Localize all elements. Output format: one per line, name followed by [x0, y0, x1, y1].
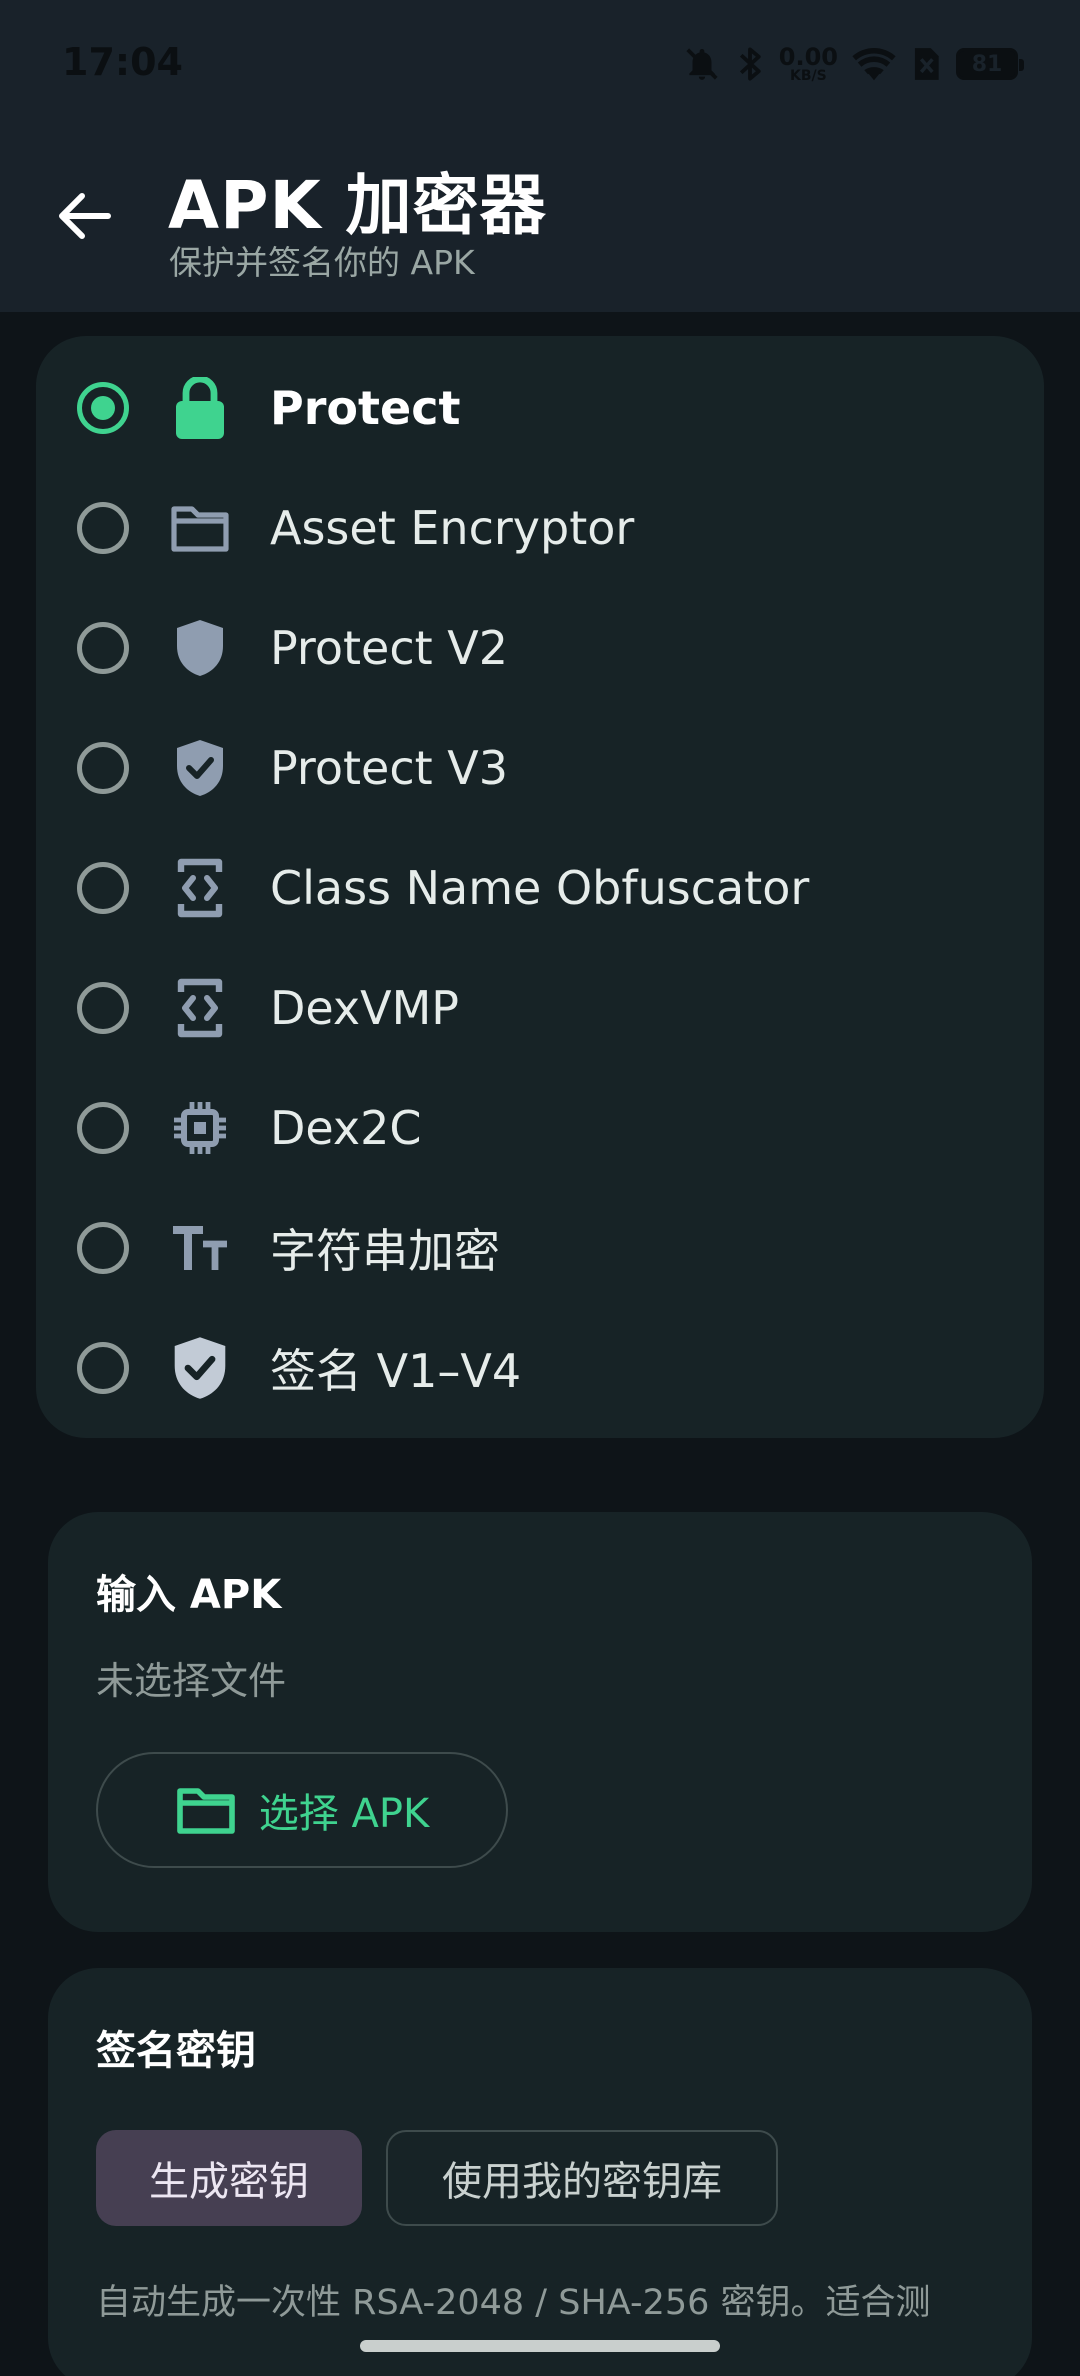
- input-apk-card: 输入 APK 未选择文件 选择 APK: [48, 1512, 1032, 1932]
- shield-check-icon: [170, 1337, 230, 1399]
- mode-option-dex2c[interactable]: Dex2C: [36, 1078, 1044, 1178]
- status-time: 17:04: [62, 40, 183, 84]
- code-phone-icon: [170, 858, 230, 918]
- choose-apk-label: 选择 APK: [258, 1791, 430, 1837]
- generate-key-button[interactable]: 生成密钥: [96, 2130, 362, 2226]
- mode-label: Class Name Obfuscator: [270, 861, 810, 915]
- mode-option-asset-encryptor[interactable]: Asset Encryptor: [36, 478, 1044, 578]
- back-button[interactable]: [46, 178, 122, 254]
- network-speed: 0.00 KB/S: [778, 43, 838, 84]
- radio-unselected[interactable]: [77, 1222, 129, 1274]
- sim-off-icon: [910, 45, 942, 83]
- mode-label: Dex2C: [270, 1101, 422, 1155]
- input-apk-title: 输入 APK: [96, 1572, 282, 1618]
- mode-label: 签名 V1–V4: [270, 1344, 522, 1398]
- radio-unselected[interactable]: [77, 502, 129, 554]
- signing-description: 自动生成一次性 RSA-2048 / SHA-256 密钥。适合测: [96, 2283, 931, 2323]
- radio-unselected[interactable]: [77, 862, 129, 914]
- mode-label: 字符串加密: [270, 1224, 500, 1278]
- mode-label: Protect V3: [270, 741, 508, 795]
- mode-label: Protect: [270, 381, 461, 435]
- bluetooth-icon: [735, 45, 765, 83]
- mode-option-string-encryption[interactable]: 字符串加密: [36, 1198, 1044, 1298]
- signing-key-card: 签名密钥 生成密钥 使用我的密钥库 自动生成一次性 RSA-2048 / SHA…: [48, 1968, 1032, 2376]
- shield-icon: [170, 618, 230, 678]
- protection-mode-list: Protect Asset Encryptor Protect V2 Prote…: [36, 336, 1044, 1438]
- folder-icon: [176, 1788, 235, 1834]
- mode-label: Protect V2: [270, 621, 508, 675]
- text-size-icon: [170, 1218, 230, 1278]
- arrow-left-icon: [59, 193, 111, 239]
- wifi-icon: [852, 46, 896, 82]
- code-phone-icon: [170, 978, 230, 1038]
- radio-unselected[interactable]: [77, 742, 129, 794]
- gesture-navigation-bar[interactable]: [360, 2340, 720, 2352]
- shield-check-icon: [170, 738, 230, 798]
- file-status: 未选择文件: [96, 1659, 287, 1703]
- mode-option-class-name-obfuscator[interactable]: Class Name Obfuscator: [36, 838, 1044, 938]
- radio-unselected[interactable]: [77, 982, 129, 1034]
- radio-selected[interactable]: [77, 382, 129, 434]
- app-bar: 17:04 0.00 KB/S 81 APK 加密器 保护并签名你的 APK: [0, 0, 1080, 312]
- notifications-off-icon: [683, 45, 721, 83]
- signing-key-title: 签名密钥: [96, 2028, 256, 2074]
- radio-unselected[interactable]: [77, 1102, 129, 1154]
- app-screen: 17:04 0.00 KB/S 81 APK 加密器 保护并签名你的 APK P…: [0, 0, 1080, 2376]
- radio-unselected[interactable]: [77, 622, 129, 674]
- chip-icon: [170, 1098, 230, 1158]
- page-subtitle: 保护并签名你的 APK: [169, 243, 475, 282]
- mode-option-signing[interactable]: 签名 V1–V4: [36, 1318, 1044, 1418]
- lock-icon: [170, 377, 230, 439]
- use-keystore-button[interactable]: 使用我的密钥库: [386, 2130, 778, 2226]
- folder-icon: [170, 498, 230, 558]
- choose-apk-button[interactable]: 选择 APK: [96, 1752, 508, 1868]
- mode-option-protect-v2[interactable]: Protect V2: [36, 598, 1044, 698]
- mode-option-protect[interactable]: Protect: [36, 358, 1044, 458]
- mode-label: DexVMP: [270, 981, 460, 1035]
- status-icons: 0.00 KB/S 81: [683, 40, 1024, 88]
- radio-unselected[interactable]: [77, 1342, 129, 1394]
- mode-label: Asset Encryptor: [270, 501, 635, 555]
- page-title: APK 加密器: [168, 167, 547, 244]
- mode-option-dexvmp[interactable]: DexVMP: [36, 958, 1044, 1058]
- battery-indicator: 81: [956, 48, 1024, 80]
- mode-option-protect-v3[interactable]: Protect V3: [36, 718, 1044, 818]
